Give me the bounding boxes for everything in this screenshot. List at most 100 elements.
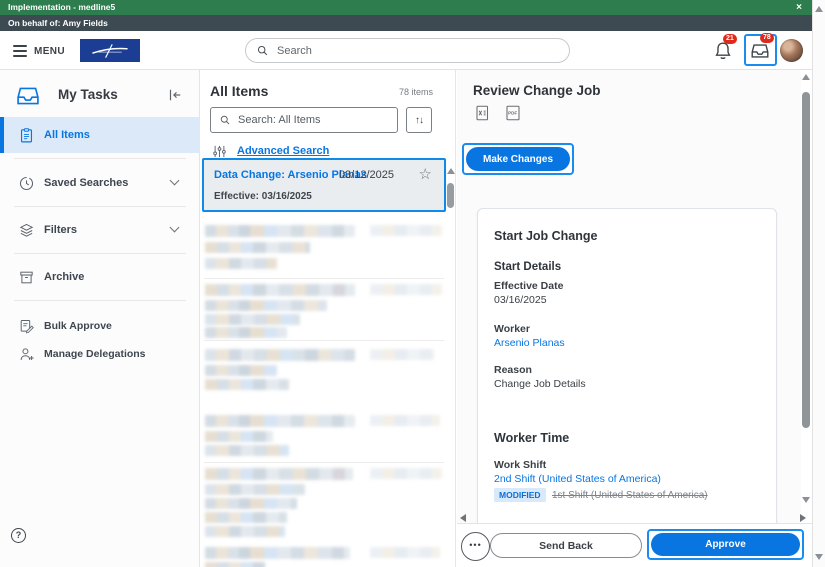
send-back-button[interactable]: Send Back bbox=[490, 533, 642, 558]
svg-text:PDF: PDF bbox=[508, 111, 517, 116]
sidebar-item-archive[interactable]: Archive bbox=[0, 259, 200, 295]
window-scroll-up-arrow[interactable] bbox=[815, 6, 823, 12]
list-search-input[interactable]: Search: All Items bbox=[210, 107, 398, 133]
panel-scroll-down-arrow[interactable] bbox=[802, 497, 810, 503]
item-count: 78 items bbox=[399, 87, 433, 97]
work-shift-link[interactable]: 2nd Shift (United States of America) bbox=[494, 473, 661, 485]
sidebar-item-saved-searches[interactable]: Saved Searches bbox=[0, 165, 200, 201]
panel-scroll-up-arrow[interactable] bbox=[802, 74, 810, 80]
field-label: Effective Date bbox=[494, 280, 563, 292]
list-scroll-up-arrow[interactable] bbox=[447, 168, 455, 174]
window-scrollbar[interactable] bbox=[812, 0, 825, 567]
sidebar-item-manage-delegations[interactable]: Manage Delegations bbox=[0, 341, 200, 367]
medline-plane-icon bbox=[88, 42, 132, 60]
sidebar-item-label: Archive bbox=[44, 271, 84, 283]
sidebar-header: My Tasks bbox=[0, 80, 200, 112]
implementation-banner: Implementation - medline5 × bbox=[0, 0, 812, 15]
action-footer: ••• Send Back Approve bbox=[457, 523, 812, 567]
sort-button[interactable]: ↑↓ bbox=[406, 107, 432, 133]
sidebar-item-label: Filters bbox=[44, 224, 77, 236]
divider bbox=[14, 253, 186, 254]
my-tasks-inbox-button[interactable]: 78 bbox=[749, 40, 773, 64]
field-value: Change Job Details bbox=[494, 378, 586, 390]
app-header: MENU Search 21 bbox=[0, 31, 812, 70]
on-behalf-banner: On behalf of: Amy Fields bbox=[0, 15, 812, 31]
collapse-sidebar-icon[interactable] bbox=[166, 86, 184, 104]
field-label: Worker bbox=[494, 323, 530, 335]
previous-shift-value: 1st Shift (United States of America) bbox=[552, 490, 708, 501]
task-effective-date: Effective: 03/16/2025 bbox=[214, 191, 312, 202]
search-icon bbox=[219, 114, 231, 126]
notifications-button[interactable]: 21 bbox=[712, 40, 736, 64]
detail-title: Review Change Job bbox=[473, 83, 601, 98]
field-value: 03/16/2025 bbox=[494, 294, 547, 306]
my-tasks-focus-ring: 78 bbox=[744, 34, 777, 66]
sidebar-item-label: Saved Searches bbox=[44, 177, 128, 189]
avatar[interactable] bbox=[780, 39, 803, 62]
menu-button[interactable]: MENU bbox=[13, 41, 65, 61]
medline-logo[interactable] bbox=[80, 39, 140, 62]
list-title: All Items bbox=[210, 83, 268, 99]
sidebar-title: My Tasks bbox=[58, 87, 118, 102]
list-scrollbar-thumb[interactable] bbox=[447, 183, 454, 208]
chevron-down-icon bbox=[170, 176, 180, 186]
on-behalf-text: On behalf of: Amy Fields bbox=[8, 18, 108, 28]
close-icon[interactable]: × bbox=[796, 0, 802, 15]
clipboard-icon bbox=[18, 127, 35, 144]
search-placeholder: Search bbox=[277, 45, 312, 57]
chevron-down-icon bbox=[170, 223, 180, 233]
list-search-placeholder: Search: All Items bbox=[238, 114, 321, 126]
sidebar-item-label: Bulk Approve bbox=[44, 320, 112, 332]
advanced-search-label: Advanced Search bbox=[237, 145, 329, 157]
inbox-tray-icon bbox=[749, 40, 771, 62]
panel-scroll-right-arrow[interactable] bbox=[800, 514, 806, 522]
worker-link[interactable]: Arsenio Planas bbox=[494, 337, 565, 349]
help-icon[interactable]: ? bbox=[11, 528, 26, 543]
sidebar-item-filters[interactable]: Filters bbox=[0, 212, 200, 248]
worker-time-heading: Worker Time bbox=[494, 431, 569, 445]
archive-icon bbox=[18, 269, 35, 286]
hamburger-icon bbox=[13, 45, 27, 57]
task-item-selected[interactable]: Data Change: Arsenio Planas 03/12/2025 ☆… bbox=[202, 158, 446, 212]
make-changes-button[interactable]: Make Changes bbox=[466, 147, 570, 171]
divider bbox=[14, 300, 186, 301]
menu-label: MENU bbox=[34, 46, 65, 57]
clock-icon bbox=[18, 175, 35, 192]
my-tasks-tray-icon bbox=[14, 82, 42, 110]
divider bbox=[14, 158, 186, 159]
card-heading: Start Job Change bbox=[494, 229, 598, 243]
approve-focus-ring: Approve bbox=[647, 529, 804, 560]
start-details-heading: Start Details bbox=[494, 261, 561, 273]
all-items-panel: All Items 78 items Search: All Items ↑↓ … bbox=[200, 70, 456, 567]
window-scroll-down-arrow[interactable] bbox=[815, 554, 823, 560]
workday-my-tasks-screen: Implementation - medline5 × On behalf of… bbox=[0, 0, 825, 567]
implementation-title: Implementation - medline5 bbox=[8, 2, 115, 12]
panel-scroll-left-arrow[interactable] bbox=[460, 514, 466, 522]
field-label: Reason bbox=[494, 364, 532, 376]
sidebar-item-bulk-approve[interactable]: Bulk Approve bbox=[0, 313, 200, 339]
divider bbox=[14, 206, 186, 207]
search-icon bbox=[256, 44, 269, 57]
my-tasks-sidebar: My Tasks All Items bbox=[0, 70, 200, 567]
sidebar-item-label: All Items bbox=[44, 129, 90, 141]
more-actions-button[interactable]: ••• bbox=[461, 532, 490, 561]
notifications-badge: 21 bbox=[723, 34, 737, 44]
review-change-job-panel: Review Change Job PDF Make Changes Start… bbox=[457, 70, 801, 567]
make-changes-focus-ring: Make Changes bbox=[462, 143, 574, 175]
global-search-input[interactable]: Search bbox=[245, 38, 570, 63]
layers-icon bbox=[18, 222, 35, 239]
panel-scrollbar-thumb[interactable] bbox=[802, 92, 810, 428]
sidebar-item-label: Manage Delegations bbox=[44, 348, 146, 360]
export-excel-icon[interactable] bbox=[474, 104, 492, 122]
tune-icon bbox=[212, 144, 227, 159]
sidebar-item-all-items[interactable]: All Items bbox=[0, 117, 200, 153]
modified-badge: MODIFIED bbox=[494, 488, 546, 502]
field-label: Work Shift bbox=[494, 459, 546, 471]
approve-button[interactable]: Approve bbox=[651, 533, 800, 556]
star-icon[interactable]: ☆ bbox=[419, 165, 432, 183]
person-plus-icon bbox=[18, 346, 35, 363]
export-pdf-icon[interactable]: PDF bbox=[504, 104, 522, 122]
document-pencil-icon bbox=[18, 318, 35, 335]
my-tasks-badge: 78 bbox=[760, 33, 774, 43]
task-date: 03/12/2025 bbox=[339, 169, 394, 181]
